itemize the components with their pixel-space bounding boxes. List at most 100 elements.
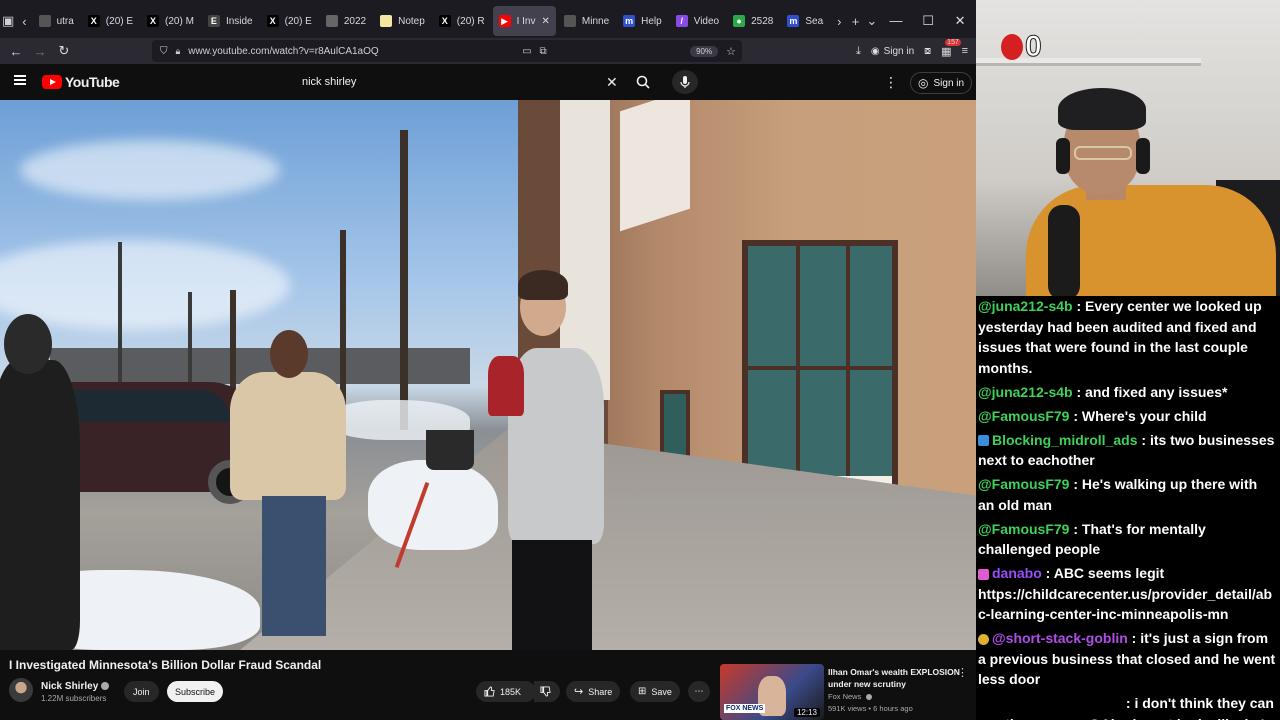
recommended-title[interactable]: Ilhan Omar's wealth EXPLOSION under new …	[828, 666, 960, 690]
extension-badge-icon[interactable]: ▦ 157	[941, 38, 961, 58]
picture-icon[interactable]: ▭	[522, 46, 531, 57]
channel-subscriber-count: 1.22M subscribers	[41, 694, 107, 703]
url-text[interactable]: www.youtube.com/watch?v=r8AulCA1aOQ	[188, 46, 378, 57]
zoom-level[interactable]: 90%	[690, 45, 719, 57]
minimize-icon[interactable]: —	[880, 13, 912, 29]
tab-label: (20) E	[284, 15, 312, 27]
close-window-icon[interactable]: ✕	[944, 13, 976, 29]
street-light-pole	[118, 242, 122, 382]
tab-label: (20) M	[165, 15, 194, 27]
clear-search-icon[interactable]: ✕	[606, 74, 618, 91]
hamburger-menu-icon[interactable]	[14, 75, 26, 85]
tab-list-dropdown-icon[interactable]: ⌄	[864, 6, 880, 36]
new-tab-icon[interactable]: +	[847, 6, 863, 36]
channel-name[interactable]: Nick Shirley	[41, 681, 110, 692]
bookmark-star-icon[interactable]: ☆	[726, 45, 736, 58]
share-button[interactable]: ↪ Share	[566, 681, 621, 702]
tab-label: I Inv	[516, 15, 536, 27]
browser-tab[interactable]: / Video	[670, 6, 725, 36]
browser-tab[interactable]: X (20) R	[433, 6, 491, 36]
recommended-video[interactable]: FOX NEWS 12:13 Ilhan Omar's wealth EXPLO…	[720, 664, 976, 720]
search-button[interactable]	[628, 70, 658, 94]
settings-kebab-icon[interactable]: ⋮	[884, 74, 898, 91]
user-circle-icon: ◎	[918, 76, 929, 90]
video-duration: 12:13	[793, 708, 820, 717]
chat-username[interactable]: @juna212-s4b	[978, 384, 1073, 400]
trash-can	[426, 430, 474, 470]
webcam-feed: 0	[976, 0, 1280, 300]
tab-favicon-icon	[563, 15, 576, 27]
chat-username[interactable]: @juna212-s4b	[978, 298, 1073, 314]
tab-label: utra	[56, 15, 74, 27]
tab-overview-icon[interactable]: ▣	[0, 6, 16, 36]
join-button[interactable]: Join	[124, 681, 159, 702]
chat-username[interactable]: danabo	[992, 565, 1042, 581]
headphones-icon	[1136, 138, 1150, 174]
tab-favicon-icon: E	[207, 15, 220, 27]
browser-tab-strip: ▣ ‹ utra X (20) E X (20) M E Inside X (20) E 2022…	[0, 0, 976, 42]
chat-badge-icon	[978, 633, 989, 645]
tab-scroll-left-icon[interactable]: ‹	[16, 6, 32, 36]
tab-favicon-icon: ▶	[498, 15, 511, 27]
chat-username[interactable]: @FamousF79	[978, 521, 1069, 537]
save-button[interactable]: ⊞ Save	[630, 681, 680, 702]
forward-icon[interactable]: →	[28, 44, 52, 59]
recommended-menu-icon[interactable]: ⋮	[957, 666, 968, 679]
chat-text: and fixed any issues*	[1085, 383, 1228, 400]
reload-icon[interactable]: ↻	[52, 43, 76, 59]
browser-tab[interactable]: X (20) M	[141, 6, 200, 36]
browser-signin-button[interactable]: ◉ Sign in	[871, 46, 914, 57]
browser-tab[interactable]: 2022	[320, 6, 372, 36]
tab-label: 2022	[343, 15, 367, 27]
browser-tab[interactable]: ▶ I Inv ✕	[492, 6, 556, 36]
chat-message: @FamousF79 : Where's your child	[978, 407, 1207, 424]
recommended-channel[interactable]: Fox News	[828, 692, 873, 701]
dislike-button[interactable]	[534, 681, 560, 702]
like-button[interactable]: 185K	[476, 681, 536, 702]
browser-tab[interactable]: m Help	[617, 6, 668, 36]
cloud	[20, 140, 280, 200]
search-input[interactable]: nick shirley	[292, 70, 626, 94]
browser-tab[interactable]: E Inside	[202, 6, 259, 36]
browser-tab[interactable]: ● 2528	[727, 6, 779, 36]
more-actions-button[interactable]: ⋯	[688, 681, 710, 702]
cloud	[0, 240, 290, 330]
shield-icon[interactable]: ⛉	[160, 46, 168, 57]
video-player[interactable]	[0, 100, 976, 650]
chat-message: Blocking_midroll_ads : its two businesse…	[978, 431, 1275, 468]
live-chat: @juna212-s4b : Every center we looked up…	[976, 296, 1280, 720]
chat-username[interactable]: @FamousF79	[978, 408, 1069, 424]
extensions-icon[interactable]: ⧇	[924, 45, 931, 58]
tab-scroll-right-icon[interactable]: ›	[831, 6, 847, 36]
chat-username[interactable]: @FamousF79	[978, 476, 1069, 492]
screenshot-icon[interactable]: ⧉	[540, 46, 547, 57]
chat-username[interactable]: Blocking_midroll_ads	[992, 432, 1137, 448]
close-tab-icon[interactable]: ✕	[542, 16, 550, 27]
voice-search-button[interactable]	[672, 70, 698, 94]
tab-label: Video	[693, 15, 720, 27]
youtube-logo[interactable]: YouTube	[42, 74, 120, 90]
back-icon[interactable]: ←	[4, 44, 28, 59]
download-icon[interactable]: ⤓	[856, 45, 861, 58]
browser-tab[interactable]: Notep	[374, 6, 431, 36]
search-icon	[636, 75, 650, 89]
subscribe-button[interactable]: Subscribe	[167, 681, 224, 702]
channel-avatar[interactable]	[9, 678, 33, 702]
maximize-icon[interactable]: ☐	[912, 13, 944, 29]
person-pants	[512, 540, 592, 650]
url-bar[interactable]: ⛉ 🔒︎ www.youtube.com/watch?v=r8AulCA1aOQ…	[152, 40, 742, 62]
browser-navbar: ← → ↻ ⛉ 🔒︎ www.youtube.com/watch?v=r8Aul…	[0, 38, 976, 64]
thumbs-up-icon	[484, 686, 495, 697]
browser-tab[interactable]: Minne	[558, 6, 615, 36]
recommended-thumbnail[interactable]: FOX NEWS 12:13	[720, 664, 824, 720]
browser-tab[interactable]: m Sea	[781, 6, 829, 36]
tab-label: (20) R	[456, 15, 485, 27]
youtube-signin-button[interactable]: ◎ Sign in	[910, 72, 973, 94]
browser-tab[interactable]: utra	[33, 6, 80, 36]
chat-username[interactable]: @short-stack-goblin	[992, 630, 1128, 646]
menu-icon[interactable]: ≡	[962, 45, 968, 57]
browser-tab[interactable]: X (20) E	[82, 6, 139, 36]
browser-tab[interactable]: X (20) E	[261, 6, 318, 36]
person-jacket	[230, 372, 346, 500]
fox-news-logo: FOX NEWS	[724, 704, 766, 713]
